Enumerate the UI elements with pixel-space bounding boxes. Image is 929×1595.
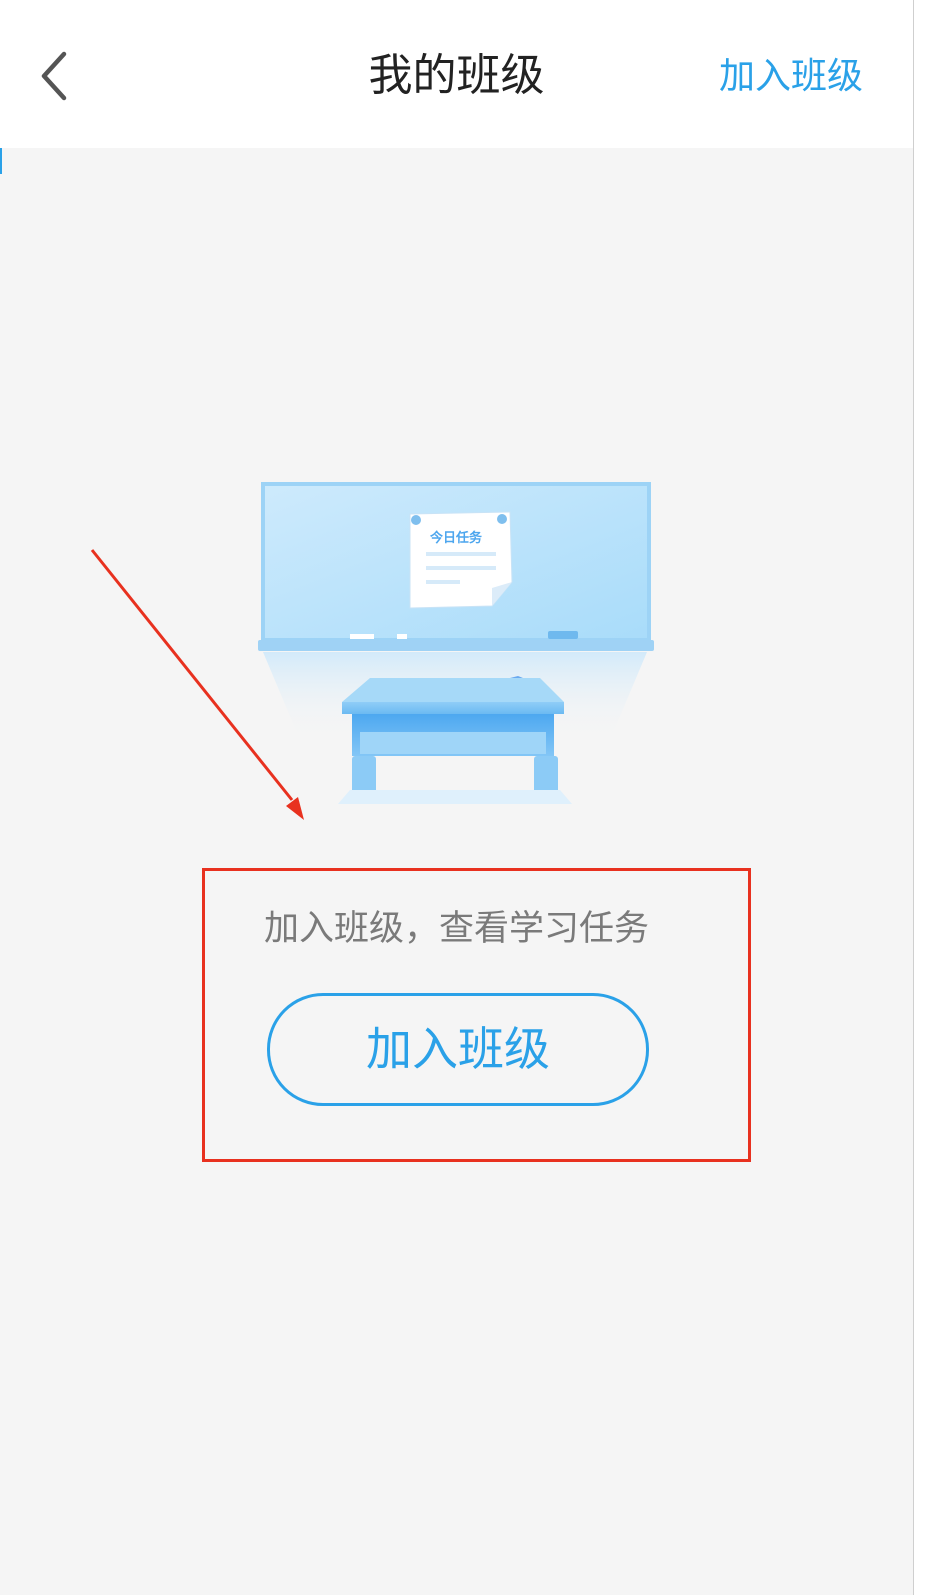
- join-class-button[interactable]: 加入班级: [267, 993, 649, 1106]
- window-edge: [913, 0, 929, 1595]
- classroom-illustration: 今日任务: [258, 482, 654, 804]
- join-class-header-button[interactable]: 加入班级: [719, 50, 863, 104]
- chevron-left-icon: [41, 51, 67, 101]
- app-screen: 我的班级 加入班级 今日任务 加入班级，查看学习任务 加入班级: [0, 0, 913, 1595]
- back-button[interactable]: [28, 44, 80, 108]
- empty-state-message: 加入班级，查看学习任务: [263, 909, 649, 949]
- edge-accent: [0, 148, 2, 174]
- note-title: 今日任务: [429, 530, 483, 546]
- navigation-bar: 我的班级 加入班级: [0, 0, 913, 148]
